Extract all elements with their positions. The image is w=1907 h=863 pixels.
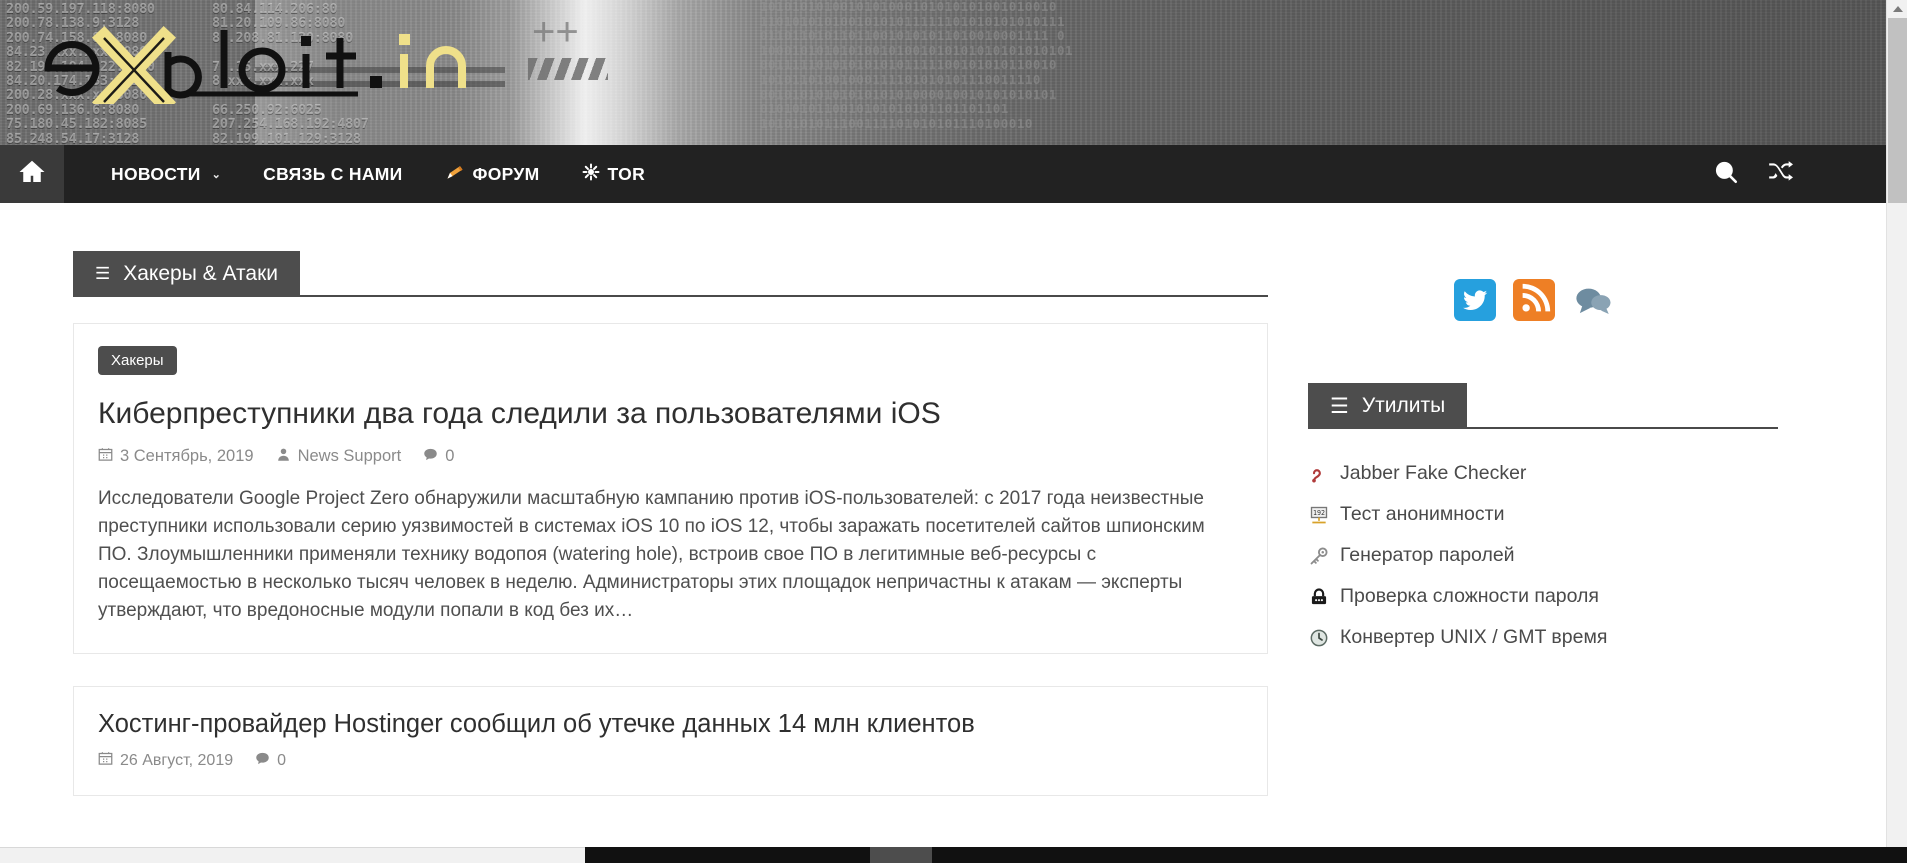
slash-decoration [528,58,608,80]
plus-decoration: ++ [532,10,579,54]
site-banner: 200.59.197.118:8080 200.78.138.9:3128 20… [0,0,1886,145]
nav-item-forum-label: ФОРУМ [472,163,540,184]
article-category-tag[interactable]: Хакеры [98,346,177,375]
menu-burger-icon: ☰ [95,264,111,283]
sidebar: ☰ Утилиты Jabber Fake Checker 192 Тест а… [1308,251,1778,828]
nav-items: НОВОСТИ ⌄ СВЯЗЬ С НАМИ ФОРУМ TOR [90,145,666,203]
utility-item-label: Конвертер UNIX / GMT время [1340,626,1608,648]
chevron-down-icon: ⌄ [211,168,222,181]
twitter-icon [1454,279,1496,321]
sidebar-section-header: ☰ Утилиты [1308,383,1778,429]
nav-item-contact-label: СВЯЗЬ С НАМИ [263,163,403,184]
user-icon [276,447,291,467]
article-comments-count: 0 [445,447,455,465]
nav-item-tor[interactable]: TOR [561,145,667,203]
article-author-text[interactable]: News Support [298,447,402,466]
scrollbar-thumb[interactable] [1888,18,1907,203]
rss-icon [1513,279,1555,321]
page-scrollbar[interactable] [1886,0,1907,847]
article-meta: 26 Август, 2019 0 [98,751,1243,771]
calendar-icon [98,447,113,467]
lock-icon [1308,586,1330,608]
nav-item-forum[interactable]: ФОРУМ [424,145,561,203]
menu-burger-icon: ☰ [1330,394,1349,418]
page-content: ☰ Хакеры & Атаки Хакеры Киберпреступники… [0,203,1886,863]
comment-icon [423,447,438,467]
article-author: News Support [276,447,402,467]
utility-item-label: Генератор паролей [1340,544,1515,566]
bottom-edge-middle [870,847,932,863]
utility-item-label: Проверка сложности пароля [1340,585,1599,607]
bottom-edge-bar [0,847,1907,863]
sidebar-section-title: Утилиты [1361,394,1446,417]
social-links [1454,279,1778,321]
sidebar-section-tab[interactable]: ☰ Утилиты [1308,383,1468,429]
clock-icon [1308,627,1330,649]
nav-item-tor-label: TOR [607,163,646,184]
bottom-edge-left [0,847,585,863]
content-wrapper: ☰ Хакеры & Атаки Хакеры Киберпреступники… [73,251,1813,828]
utility-item-password-generator[interactable]: Генератор паролей [1308,535,1778,576]
article-date-text: 3 Сентябрь, 2019 [120,447,254,465]
search-icon [1713,159,1739,190]
utility-item-label: Тест анонимности [1340,503,1505,525]
article-date: 3 Сентябрь, 2019 [98,447,254,467]
article-card: Хакеры Киберпреступники два года следили… [73,323,1268,655]
banner-binary-field: 1010101010010101000101010101001010010 11… [760,0,1073,131]
twitter-link[interactable] [1454,279,1496,321]
utility-item-label: Jabber Fake Checker [1340,462,1527,484]
pencil-icon [445,162,465,187]
article-title[interactable]: Хостинг-провайдер Hostinger сообщил об у… [98,709,1243,741]
svg-text:192: 192 [1313,509,1325,517]
utility-item-jabber-fake-checker[interactable]: Jabber Fake Checker [1308,453,1778,494]
comments-icon [1572,279,1614,321]
nav-random-button[interactable] [1758,152,1802,196]
article-comments[interactable]: 0 [423,447,454,467]
article-date-text: 26 Август, 2019 [120,751,234,769]
utility-item-anonymity-test[interactable]: 192 Тест анонимности [1308,494,1778,535]
nav-item-news[interactable]: НОВОСТИ ⌄ [90,145,242,203]
nav-right-icons [1704,145,1886,203]
article-comments-count: 0 [277,751,287,769]
article-meta: 3 Сентябрь, 2019 News Support 0 [98,447,1243,467]
section-header: ☰ Хакеры & Атаки [73,251,1268,297]
utility-item-password-strength[interactable]: Проверка сложности пароля [1308,576,1778,617]
ip-badge-icon: 192 [1308,504,1330,526]
shuffle-icon [1767,159,1793,190]
utilities-list: Jabber Fake Checker 192 Тест анонимности… [1308,453,1778,658]
comment-icon [255,751,270,771]
scrollbar-up-arrow[interactable] [1887,0,1907,18]
article-excerpt: Исследователи Google Project Zero обнару… [98,487,1205,621]
main-navigation: НОВОСТИ ⌄ СВЯЗЬ С НАМИ ФОРУМ TOR [0,145,1886,203]
article-comments[interactable]: 0 [255,751,286,771]
nav-home-button[interactable] [0,145,64,203]
rss-link[interactable] [1513,279,1555,321]
section-header-tab[interactable]: ☰ Хакеры & Атаки [73,251,301,297]
home-icon [17,157,47,192]
utility-item-unix-gmt-converter[interactable]: Конвертер UNIX / GMT время [1308,617,1778,658]
nav-search-button[interactable] [1704,152,1748,196]
asterisk-icon [582,163,600,186]
key-icon [1308,545,1330,567]
nav-item-contact[interactable]: СВЯЗЬ С НАМИ [242,145,423,203]
section-title: Хакеры & Атаки [123,262,279,285]
main-column: ☰ Хакеры & Атаки Хакеры Киберпреступники… [73,251,1268,828]
calendar-icon [98,751,113,771]
nav-item-news-label: НОВОСТИ [111,163,201,184]
jabber-icon [1308,463,1330,485]
site-logo[interactable] [18,18,498,104]
article-card: Хостинг-провайдер Hostinger сообщил об у… [73,686,1268,796]
article-title[interactable]: Киберпреступники два года следили за пол… [98,395,1243,433]
comments-link[interactable] [1572,279,1614,321]
article-date: 26 Август, 2019 [98,751,233,771]
browser-viewport: 200.59.197.118:8080 200.78.138.9:3128 20… [0,0,1907,863]
